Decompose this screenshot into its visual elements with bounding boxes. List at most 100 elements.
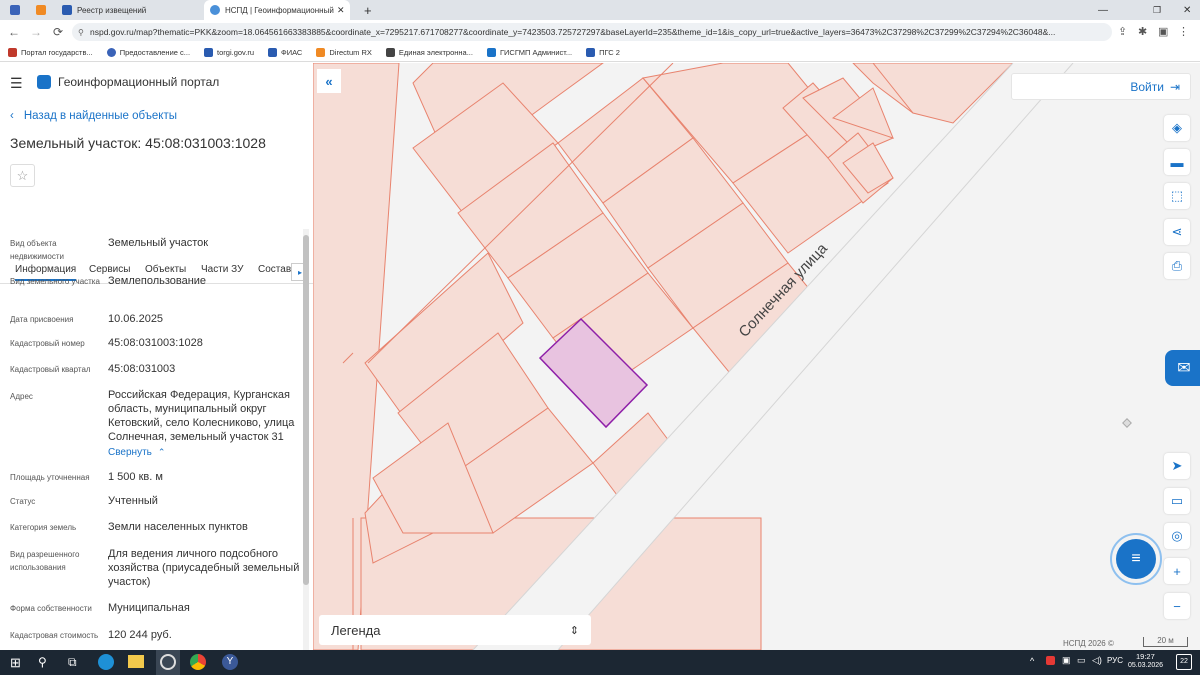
expand-icon: ⇕ [569,624,579,637]
bookmark-item[interactable]: ПГС 2 [586,48,620,57]
orange-site-icon [36,5,46,15]
clock-date[interactable]: 05.03.2026 [1128,662,1163,669]
favorite-star-icon[interactable]: ☆ [10,164,35,187]
legend-dropdown[interactable]: Легенда ⇕ [319,615,591,645]
object-info-panel: ☰ Геоинформационный портал ‹ Назад в най… [0,63,313,650]
bookmark-item[interactable]: Единая электронна... [385,48,473,57]
nspd-icon [210,5,220,15]
field-value: 45:08:031003 [108,363,176,375]
chat-button[interactable]: ≡ [1110,533,1162,585]
field-label: Форма собственности [10,604,92,613]
forward-arrow-icon[interactable]: → [27,23,45,41]
browser-tab-2[interactable] [30,0,54,20]
task-view-icon[interactable]: ⧉ [68,655,77,670]
map-marker-icon [1122,418,1132,428]
zoom-in-button[interactable]: + [1164,558,1190,584]
emblem-icon [62,5,72,15]
tray-app-icon[interactable]: ▣ [1062,655,1071,666]
feedback-icon[interactable]: ✉ [1165,350,1200,386]
browser-tab-1[interactable] [4,0,26,20]
zoom-out-button[interactable]: − [1164,593,1190,619]
portal-logo-icon [37,75,51,89]
browser-tab-active[interactable]: НСПД | Геоинформационный п ✕ [204,0,350,20]
copyright-text: НСПД 2026 © [1063,639,1114,648]
print-icon[interactable]: ⎙ [1164,253,1190,279]
address-bar[interactable]: ⚲ nspd.gov.ru/map?thematic=PKK&zoom=18.0… [72,23,1112,41]
windows-start-icon[interactable]: ⊞ [10,655,21,671]
field-value: 45:08:031003:1028 [108,337,203,349]
language-indicator[interactable]: РУС [1107,656,1123,665]
collapse-panel-button[interactable]: « [317,69,341,93]
field-value: Учтенный [108,495,158,507]
field-value: 10.06.2025 [108,313,164,325]
field-value: Муниципальная [108,602,190,614]
close-tab-icon[interactable]: ✕ [337,5,345,16]
tray-chevron-icon[interactable]: ^ [1030,656,1034,666]
login-button[interactable]: Войти ⇥ [1011,73,1191,100]
browser-tab-3[interactable]: Реестр извещений [56,0,202,20]
notifications-badge[interactable]: 22 [1176,654,1192,670]
share-icon[interactable]: ⇪ [1118,25,1127,38]
minimap-icon[interactable]: ▭ [1164,488,1190,514]
hamburger-menu-icon[interactable]: ☰ [10,75,23,92]
panel-scrollbar[interactable] [303,229,309,650]
file-explorer-icon[interactable] [128,655,144,668]
field-label: Площадь уточненная [10,473,90,482]
ruler-icon[interactable]: ▬ [1164,149,1190,175]
minimize-icon[interactable]: — [1092,0,1108,20]
sidepanel-icon[interactable]: ▣ [1158,25,1168,38]
emblem-icon [10,5,20,15]
portal-title: Геоинформационный портал [58,75,220,89]
share-link-icon[interactable]: ⋖ [1164,219,1190,245]
bookmark-item[interactable]: torgi.gov.ru [204,48,254,57]
cadastral-map: Солнечная улица [313,63,1132,650]
bookmark-icon [8,48,17,57]
navigation-icon[interactable]: ➤ [1164,453,1190,479]
bookmark-icon [268,48,277,57]
area-select-icon[interactable]: ⬚ [1164,183,1190,209]
chrome-icon[interactable] [190,654,206,670]
bookmark-item[interactable]: Портал государств... [8,48,93,57]
bookmark-icon [586,48,596,57]
extensions-icon[interactable]: ✱ [1138,25,1147,38]
bookmark-item[interactable]: ФИАС [268,48,302,57]
field-value: Земельный участок [108,237,209,249]
bookmark-icon [204,48,214,57]
new-tab-button[interactable]: + [358,0,372,20]
bookmarks-bar: Портал государств... Предоставление с...… [0,44,1200,62]
tab-title: Реестр извещений [77,5,147,15]
field-label: Вид объекта недвижимости [10,239,64,261]
yandex-icon[interactable]: Y [222,654,238,670]
field-label: Адрес [10,392,33,401]
map-canvas[interactable]: Солнечная улица « Войти ⇥ ◈ ▬ ⬚ ⋖ ⎙ ✉ ➤ … [313,63,1200,650]
collapse-link[interactable]: Свернуть ⌃ [108,447,165,458]
active-app-icon[interactable] [156,650,180,675]
site-info-icon[interactable]: ⚲ [78,28,84,37]
clock-time[interactable]: 19:27 [1136,652,1155,661]
menu-dots-icon[interactable]: ⋮ [1178,25,1189,38]
back-arrow-icon[interactable]: ← [5,23,23,41]
search-icon[interactable]: ⚲ [38,655,47,669]
close-window-icon[interactable]: ✕ [1177,0,1191,20]
browser-tabstrip: Реестр извещений НСПД | Геоинформационны… [0,0,1200,20]
field-value: Землепользование [108,275,207,287]
bookmark-item[interactable]: Directum RX [316,48,372,57]
scrollbar-thumb[interactable] [303,235,309,585]
tray-app-icon[interactable] [1046,656,1055,665]
login-arrow-icon: ⇥ [1169,79,1180,94]
chevron-up-icon: ⌃ [157,447,166,457]
edge-icon[interactable] [98,654,114,670]
tab-title: НСПД | Геоинформационный п [225,5,335,15]
locate-icon[interactable]: ◎ [1164,523,1190,549]
url-text: nspd.gov.ru/map?thematic=PKK&zoom=18.064… [90,27,1056,37]
layers-icon[interactable]: ◈ [1164,115,1190,141]
reload-icon[interactable]: ⟳ [49,23,67,41]
maximize-icon[interactable]: ❐ [1147,0,1161,20]
bookmark-icon [486,48,496,57]
network-icon[interactable]: ▭ [1077,655,1086,666]
bookmark-item[interactable]: ГИСГМП Админист... [486,48,572,57]
back-to-results-link[interactable]: ‹ Назад в найденные объекты [10,110,177,122]
bookmark-item[interactable]: Предоставление с... [106,48,190,57]
volume-icon[interactable]: ◁) [1092,655,1102,666]
field-label: Кадастровый квартал [10,365,91,374]
